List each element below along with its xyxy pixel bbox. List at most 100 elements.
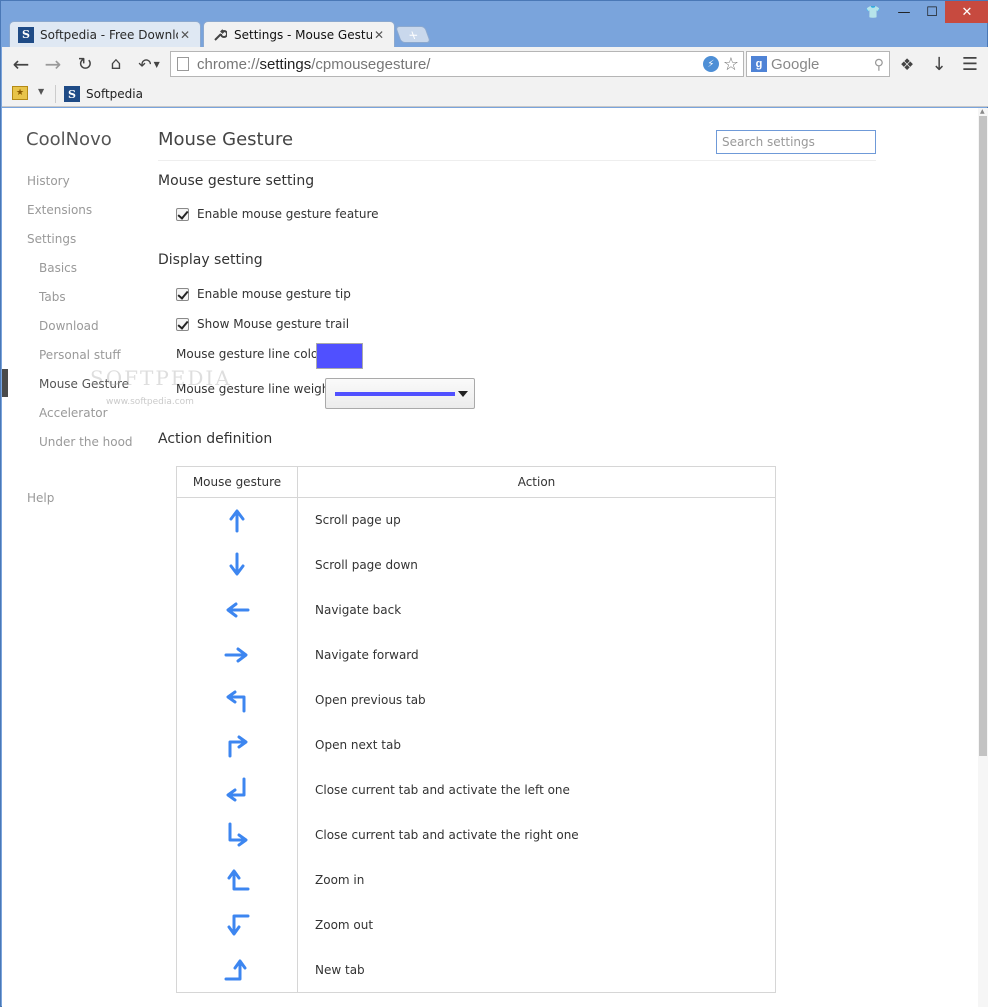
tab-settings[interactable]: Settings - Mouse Gesture ✕ [203, 21, 395, 47]
action-cell: Zoom in [315, 873, 365, 887]
gesture-cell [176, 677, 298, 723]
sidebar-item-accelerator[interactable]: Accelerator [39, 406, 108, 420]
sidebar-item-download[interactable]: Download [39, 319, 99, 333]
bookmark-softpedia[interactable]: S Softpedia [64, 85, 143, 103]
browser-window: 👕 — ☐ ✕ S Softpedia - Free Downloads ✕ S… [0, 0, 988, 1007]
action-cell: Open next tab [315, 738, 401, 752]
enable-tip-checkbox[interactable]: Enable mouse gesture tip [176, 287, 351, 301]
new-tab-button[interactable]: + [394, 26, 432, 43]
search-box[interactable]: g Google ⚲ [746, 51, 890, 77]
bookmark-star-icon[interactable]: ☆ [723, 54, 739, 75]
sidebar-item-personal-stuff[interactable]: Personal stuff [39, 348, 121, 362]
checkbox-checked[interactable] [176, 317, 189, 331]
checkbox-label: Show Mouse gesture trail [197, 317, 350, 331]
arrow-down-icon [229, 552, 245, 576]
vertical-scrollbar[interactable]: ▲ [978, 108, 988, 1007]
undo-close-tab-icon[interactable]: ↶ ▼ [133, 52, 165, 76]
scroll-up-arrow-icon[interactable]: ▲ [980, 108, 985, 115]
gesture-cell [176, 722, 298, 768]
page-title: Mouse Gesture [158, 129, 294, 150]
checkbox-label: Enable mouse gesture feature [197, 207, 379, 221]
section-heading-gesture: Mouse gesture setting [158, 173, 315, 189]
sidebar-item-help[interactable]: Help [27, 491, 54, 505]
table-row: Open next tab [176, 722, 776, 768]
gesture-cell [176, 632, 298, 678]
bookmarks-bar: ★ ▼ S Softpedia [2, 81, 988, 107]
checkbox-checked[interactable] [176, 207, 189, 221]
address-bar[interactable]: chrome://settings/cpmousegesture/ ⚡ ☆ [170, 51, 744, 77]
show-trail-checkbox[interactable]: Show Mouse gesture trail [176, 317, 349, 331]
sidebar-item-basics[interactable]: Basics [39, 261, 77, 275]
table-header-row: Mouse gesture Action [176, 466, 776, 498]
divider [55, 85, 56, 103]
table-row: Zoom out [176, 902, 776, 948]
sidebar-item-under-the-hood[interactable]: Under the hood [39, 435, 133, 449]
gesture-table: Mouse gesture Action Scroll page up Scrol… [176, 466, 776, 993]
line-weight-label: Mouse gesture line weight [176, 382, 335, 396]
up-left-icon [226, 690, 246, 713]
back-arrow-icon[interactable]: ← [8, 52, 34, 76]
down-left-icon [226, 777, 246, 802]
sidebar-item-extensions[interactable]: Extensions [27, 203, 92, 217]
action-cell: Navigate forward [315, 648, 419, 662]
tab-softpedia[interactable]: S Softpedia - Free Downloads ✕ [9, 21, 201, 47]
left-down-icon [227, 914, 250, 936]
minimize-button[interactable]: — [889, 1, 919, 23]
google-icon[interactable]: g [751, 56, 767, 72]
action-cell: Navigate back [315, 603, 402, 617]
bookmarks-folder-icon[interactable]: ★ [12, 86, 28, 100]
extensions-puzzle-icon[interactable]: ❖ [894, 52, 920, 76]
page-icon [177, 57, 189, 71]
tab-title: Settings - Mouse Gesture [234, 27, 372, 42]
close-window-button[interactable]: ✕ [945, 1, 988, 23]
column-header-gesture: Mouse gesture [176, 466, 298, 498]
divider [158, 160, 876, 161]
up-right-icon [228, 735, 248, 758]
chevron-down-icon[interactable] [458, 391, 468, 397]
arrow-right-icon [224, 647, 248, 663]
table-row: Scroll page down [176, 542, 776, 588]
toolbar: ← → ↻ ⌂ ↶ ▼ chrome://settings/cpmousegest… [2, 47, 988, 81]
table-row: New tab [176, 947, 776, 993]
sidebar-item-settings[interactable]: Settings [27, 232, 76, 246]
gesture-cell [176, 947, 298, 993]
arrow-up-icon [229, 509, 245, 533]
scrollbar-thumb[interactable] [979, 116, 987, 756]
action-cell: Close current tab and activate the right… [315, 828, 579, 842]
settings-page: CoolNovo History Extensions Settings Bas… [2, 108, 978, 1007]
search-settings-input[interactable] [716, 130, 876, 154]
search-icon[interactable]: ⚲ [874, 56, 884, 73]
maximize-button[interactable]: ☐ [919, 1, 945, 23]
action-cell: Open previous tab [315, 693, 426, 707]
watermark-url: www.softpedia.com [106, 397, 194, 407]
close-tab-icon[interactable]: ✕ [372, 28, 386, 42]
sidebar-item-history[interactable]: History [27, 174, 70, 188]
download-arrow-icon[interactable]: ↓ [926, 52, 952, 76]
home-icon[interactable]: ⌂ [103, 52, 129, 76]
close-tab-icon[interactable]: ✕ [178, 28, 192, 42]
line-weight-select[interactable] [325, 378, 475, 409]
table-row: Navigate forward [176, 632, 776, 678]
line-color-picker[interactable] [316, 343, 363, 369]
url-text[interactable]: chrome://settings/cpmousegesture/ [197, 56, 703, 73]
reload-icon[interactable]: ↻ [72, 52, 98, 76]
gesture-cell [176, 812, 298, 858]
sidebar-item-tabs[interactable]: Tabs [39, 290, 66, 304]
checkbox-checked[interactable] [176, 287, 189, 301]
right-up-icon [224, 959, 247, 981]
menu-icon[interactable]: ☰ [957, 52, 983, 76]
enable-gesture-checkbox[interactable]: Enable mouse gesture feature [176, 207, 379, 221]
brand-title: CoolNovo [26, 129, 112, 150]
line-weight-preview [335, 392, 455, 396]
column-header-action: Action [297, 466, 776, 498]
forward-arrow-icon[interactable]: → [40, 52, 66, 76]
action-cell: Zoom out [315, 918, 374, 932]
chevron-down-icon[interactable]: ▼ [38, 87, 44, 96]
theme-icon[interactable]: 👕 [863, 1, 883, 23]
action-cell: New tab [315, 962, 365, 977]
lightning-icon[interactable]: ⚡ [702, 56, 719, 72]
table-row: Scroll page up [176, 497, 776, 543]
left-up-icon [227, 869, 250, 891]
gesture-cell [176, 902, 298, 948]
arrow-left-icon [226, 602, 250, 618]
